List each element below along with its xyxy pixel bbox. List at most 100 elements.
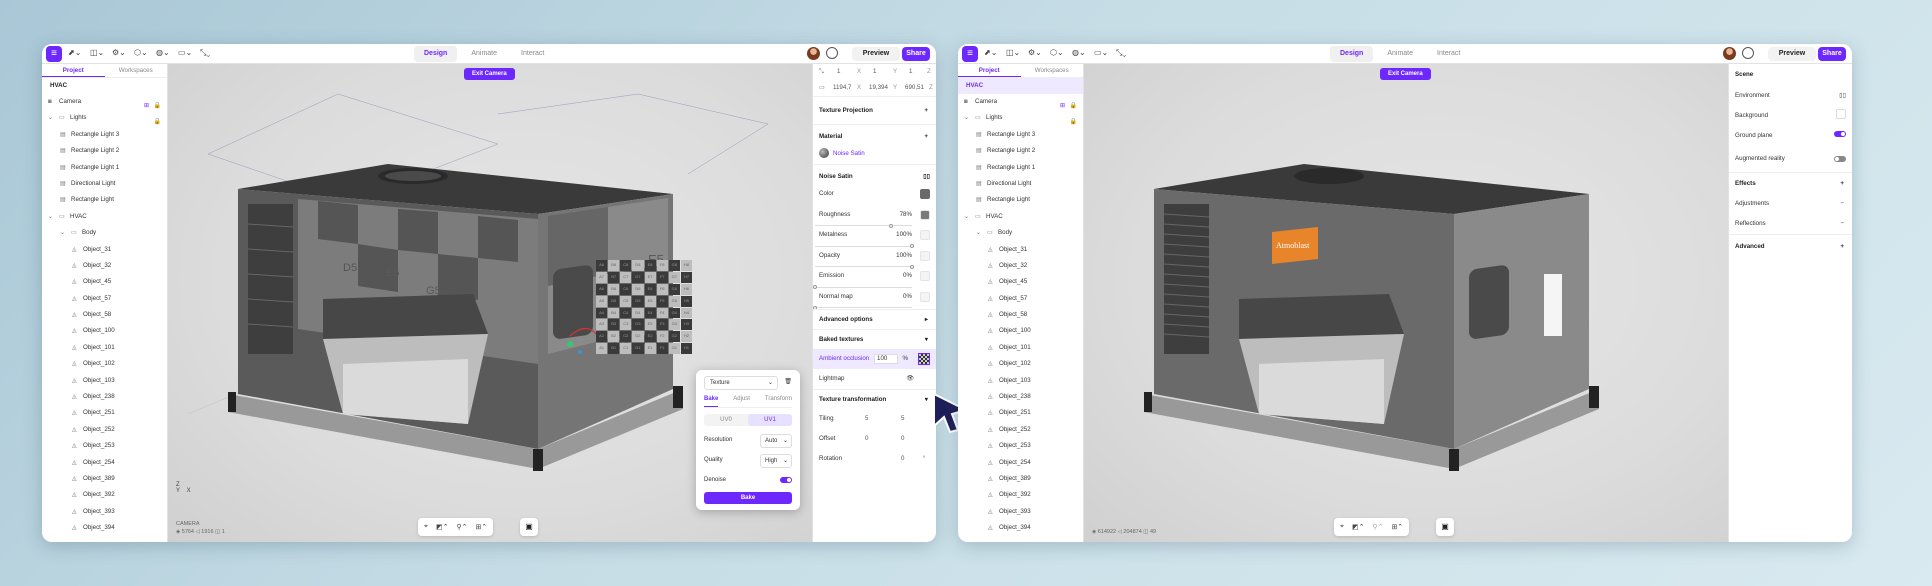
tree-item[interactable]: ◬ Object_32 — [958, 258, 1083, 274]
property-slider[interactable] — [813, 285, 912, 289]
ground-plane-toggle[interactable] — [1834, 131, 1846, 137]
coord-value[interactable]: 1194,7 — [833, 80, 851, 96]
tree-item[interactable]: ◬ Object_238 — [42, 389, 167, 405]
ao-texture-thumbnail[interactable] — [918, 353, 930, 365]
tree-item[interactable]: ◬ Object_253 — [958, 438, 1083, 454]
property-value[interactable]: 100% — [896, 248, 912, 264]
tree-item[interactable]: ▤ Rectangle Light 2 — [958, 143, 1083, 159]
property-slider[interactable] — [813, 305, 912, 310]
tree-item[interactable]: ◬ Object_45 — [42, 274, 167, 290]
folder-tool-icon[interactable]: ▭⌄ — [178, 48, 192, 57]
tiling-y-input[interactable]: 5 — [901, 409, 904, 429]
tree-item[interactable]: ⌄ ▭ HVAC — [958, 209, 1083, 225]
property-value[interactable]: 78% — [900, 207, 912, 223]
property-slider[interactable] — [815, 223, 912, 228]
coord-value[interactable]: 1 — [873, 64, 876, 80]
tree-item[interactable]: ▤ Rectangle Light 1 — [42, 160, 167, 176]
material-tool-icon[interactable]: ◍⌄ — [1072, 48, 1086, 57]
add-icon[interactable]: + — [1840, 173, 1844, 195]
quality-select[interactable]: High ⌄ — [760, 454, 792, 468]
chevron-down-icon[interactable]: ⌄ — [976, 225, 984, 241]
chevron-down-icon[interactable]: ⌄ — [60, 225, 68, 241]
cube-tool-icon[interactable]: ⬡⌄ — [1050, 48, 1064, 57]
reflections-row[interactable]: Reflections − — [1729, 214, 1852, 234]
tree-item[interactable]: ◬ Object_58 — [958, 307, 1083, 323]
tree-item[interactable]: ◬ Object_238 — [958, 389, 1083, 405]
tree-item[interactable]: ⌄ ▭ Lights 🔒 — [958, 110, 1083, 126]
tree-item[interactable]: ⌄ ▭ HVAC — [42, 209, 167, 225]
adjustments-row[interactable]: Adjustments − — [1729, 194, 1852, 214]
comment-icon[interactable] — [1742, 47, 1754, 59]
tree-item[interactable]: ⌄ ▭ Body — [958, 225, 1083, 241]
uv0-option[interactable]: UV0 — [704, 414, 748, 426]
ao-intensity-input[interactable]: 100 — [874, 354, 898, 364]
tree-item[interactable]: ◙ Camera ⊞ 🔒 — [42, 94, 167, 110]
material-tool-icon[interactable]: ◍⌄ — [156, 48, 170, 57]
folder-tool-icon[interactable]: ▭⌄ — [1094, 48, 1108, 57]
tree-item[interactable]: ▤ Rectangle Light 3 — [958, 127, 1083, 143]
tree-item[interactable]: ◬ Object_253 — [42, 438, 167, 454]
property-value[interactable]: 0% — [903, 289, 912, 305]
pointer-tool-icon[interactable]: ⬈⌄ — [68, 48, 81, 57]
gear-tool-icon[interactable]: ⚙⌄ — [1028, 48, 1042, 57]
tree-item[interactable]: ◬ Object_252 — [42, 422, 167, 438]
tree-item[interactable]: ◙ Camera ⊞ 🔒 — [958, 94, 1083, 110]
add-icon[interactable]: + — [924, 97, 928, 125]
tab-project[interactable]: Project — [42, 64, 105, 77]
tree-item[interactable]: ▤ Directional Light — [42, 176, 167, 192]
rotation-input[interactable]: 0 — [901, 449, 904, 469]
tab-workspaces[interactable]: Workspaces — [105, 64, 168, 77]
tree-item[interactable]: ◬ Object_45 — [958, 274, 1083, 290]
coord-value[interactable]: 1 — [909, 64, 912, 80]
environment-row[interactable]: Environment ▯▯ — [1729, 86, 1852, 106]
snap-icon[interactable]: ⊞⌃ — [475, 523, 487, 531]
property-slider[interactable] — [815, 244, 914, 248]
tab-animate[interactable]: Animate — [461, 46, 507, 62]
coord-value[interactable]: 690,51 — [905, 80, 924, 96]
augmented-reality-toggle[interactable] — [1834, 156, 1846, 162]
tree-item[interactable]: ◬ Object_254 — [42, 455, 167, 471]
share-button[interactable]: Share — [1818, 47, 1846, 61]
preview-button[interactable]: Preview — [1768, 47, 1816, 61]
texture-slot[interactable] — [920, 271, 930, 281]
tree-item[interactable]: ◬ Object_31 — [958, 242, 1083, 258]
tab-transform[interactable]: Transform — [765, 396, 792, 407]
tab-workspaces[interactable]: Workspaces — [1021, 64, 1084, 77]
shape-tool-icon[interactable]: ◫⌄ — [1006, 48, 1020, 57]
tree-item[interactable]: ▤ Rectangle Light — [958, 192, 1083, 208]
tab-project[interactable]: Project — [958, 64, 1021, 77]
remove-icon[interactable]: − — [1840, 194, 1844, 214]
share-button[interactable]: Share — [902, 47, 930, 61]
avatar[interactable] — [807, 47, 820, 60]
material-item[interactable]: Noise Satin — [813, 144, 936, 164]
tree-item[interactable]: ▤ Directional Light — [958, 176, 1083, 192]
tree-item[interactable]: ▤ Rectangle Light 1 — [958, 160, 1083, 176]
tab-animate[interactable]: Animate — [1377, 46, 1423, 62]
tree-item[interactable]: ◬ Object_101 — [958, 340, 1083, 356]
main-menu-button[interactable]: ≡ — [46, 46, 62, 62]
preview-button[interactable]: Preview — [852, 47, 900, 61]
tree-item[interactable]: ⌄ ▭ Body — [42, 225, 167, 241]
tree-item[interactable]: ◬ Object_389 — [42, 471, 167, 487]
tree-item[interactable]: ◬ Object_31 — [42, 242, 167, 258]
tree-item[interactable]: ▤ Rectangle Light — [42, 192, 167, 208]
transform-tool-icon[interactable]: ⤡⌄ — [200, 48, 210, 58]
tree-item[interactable]: ◬ Object_32 — [42, 258, 167, 274]
gear-tool-icon[interactable]: ⚙⌄ — [112, 48, 126, 57]
tree-item[interactable]: ◬ Object_102 — [958, 356, 1083, 372]
tree-item[interactable]: ◬ Object_57 — [958, 291, 1083, 307]
tab-bake[interactable]: Bake — [704, 396, 719, 407]
tree-item[interactable]: ▤ Rectangle Light 3 — [42, 127, 167, 143]
avatar[interactable] — [1723, 47, 1736, 60]
camera-mode-icon[interactable]: ⚲⌃ — [1372, 523, 1383, 531]
background-row[interactable]: Background — [1729, 106, 1852, 126]
eye-icon[interactable]: 👁 — [906, 369, 914, 389]
pointer-tool-icon[interactable]: ⬈⌄ — [984, 48, 997, 57]
book-icon[interactable]: ▯▯ — [1839, 86, 1846, 106]
advanced-options-row[interactable]: Advanced options ▸ — [813, 309, 936, 329]
tree-item[interactable]: ◬ Object_252 — [958, 422, 1083, 438]
tree-item[interactable]: ◬ Object_57 — [42, 291, 167, 307]
baked-textures-row[interactable]: Baked textures ▾ — [813, 329, 936, 349]
frame-icon[interactable]: ⌖ — [424, 523, 428, 531]
texture-slot[interactable] — [920, 209, 930, 220]
